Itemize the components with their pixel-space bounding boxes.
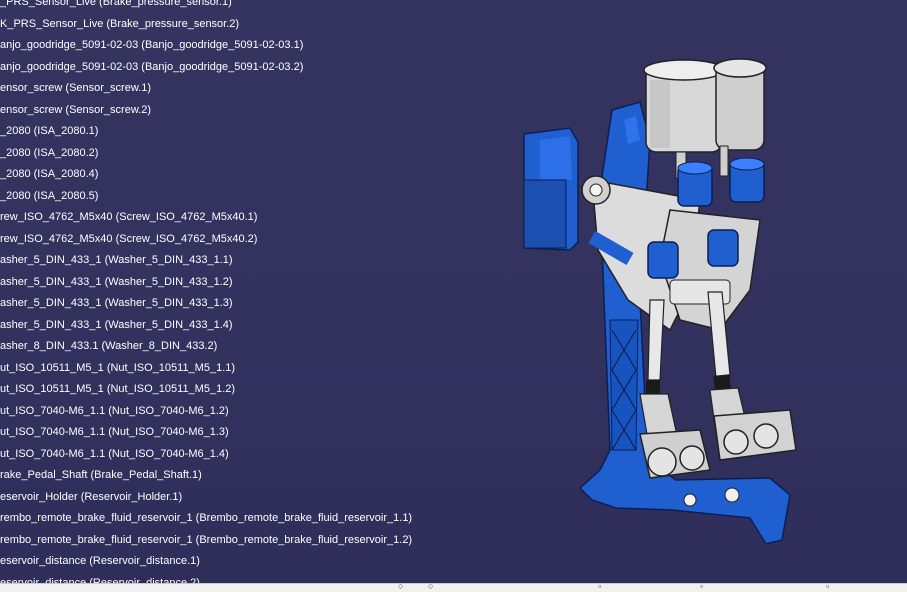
tree-item-label: _2080 (ISA_2080.1): [0, 125, 99, 137]
tree-item[interactable]: ensor_screw (Sensor_screw.1): [0, 79, 151, 97]
tree-item-label: rake_Pedal_Shaft (Brake_Pedal_Shaft.1): [0, 469, 202, 481]
tree-item-label: asher_5_DIN_433_1 (Washer_5_DIN_433_1.3): [0, 297, 233, 309]
tree-item-label: K_PRS_Sensor_Live (Brake_pressure_sensor…: [0, 17, 240, 30]
fluid-reservoir-left[interactable]: [643, 59, 725, 179]
status-icon: ○: [428, 581, 434, 591]
tree-item-label: ut_ISO_10511_M5_1 (Nut_ISO_10511_M5_1.2): [0, 383, 236, 395]
tree-item[interactable]: asher_8_DIN_433.1 (Washer_8_DIN_433.2): [0, 337, 217, 355]
tree-item-label: rembo_remote_brake_fluid_reservoir_1 (Br…: [0, 512, 413, 524]
tree-item[interactable]: _2080 (ISA_2080.4): [0, 165, 98, 183]
tree-item-label: _2080 (ISA_2080.5): [0, 189, 99, 202]
tree-item[interactable]: rembo_remote_brake_fluid_reservoir_1 (Br…: [0, 531, 412, 549]
tree-item[interactable]: rake_Pedal_Shaft (Brake_Pedal_Shaft.1): [0, 466, 202, 484]
status-icon: ▫: [826, 581, 830, 591]
tree-item-label: ensor_screw (Sensor_screw.1): [0, 82, 152, 94]
tree-item-label: _2080 (ISA_2080.4): [0, 168, 99, 180]
tree-item-label: eservoir_distance (Reservoir_distance.1): [0, 555, 200, 567]
status-icon: ○: [398, 581, 404, 591]
mounting-bracket[interactable]: [523, 127, 579, 251]
tree-item[interactable]: eservoir_distance (Reservoir_distance.1): [0, 552, 200, 570]
tree-item[interactable]: ut_ISO_7040-M6_1.1 (Nut_ISO_7040-M6_1.3): [0, 423, 229, 441]
tree-item[interactable]: _2080 (ISA_2080.5): [0, 187, 98, 205]
tree-item-label: anjo_goodridge_5091-02-03 (Banjo_goodrid…: [0, 60, 304, 73]
tree-item[interactable]: _2080 (ISA_2080.2): [0, 144, 98, 162]
status-icon: ▫: [598, 581, 602, 591]
tree-item[interactable]: rew_ISO_4762_M5x40 (Screw_ISO_4762_M5x40…: [0, 208, 257, 226]
tree-item[interactable]: _PRS_Sensor_Live (Brake_pressure_sensor.…: [0, 0, 232, 11]
tree-item[interactable]: asher_5_DIN_433_1 (Washer_5_DIN_433_1.3): [0, 294, 233, 312]
tree-item-label: ensor_screw (Sensor_screw.2): [0, 103, 152, 116]
tree-item-label: ut_ISO_7040-M6_1.1 (Nut_ISO_7040-M6_1.2): [0, 404, 229, 417]
tree-item-label: asher_5_DIN_433_1 (Washer_5_DIN_433_1.1): [0, 254, 233, 266]
tree-item[interactable]: K_PRS_Sensor_Live (Brake_pressure_sensor…: [0, 15, 239, 33]
tree-item[interactable]: asher_5_DIN_433_1 (Washer_5_DIN_433_1.1): [0, 251, 233, 269]
tree-item[interactable]: asher_5_DIN_433_1 (Washer_5_DIN_433_1.4): [0, 316, 233, 334]
tree-item[interactable]: ut_ISO_7040-M6_1.1 (Nut_ISO_7040-M6_1.2): [0, 402, 229, 420]
3d-viewport[interactable]: _PRS_Sensor_Live (Brake_pressure_sensor.…: [0, 0, 907, 583]
specification-tree[interactable]: _PRS_Sensor_Live (Brake_pressure_sensor.…: [0, 0, 480, 583]
tree-item[interactable]: eservoir_Holder (Reservoir_Holder.1): [0, 488, 182, 506]
tree-item-label: asher_8_DIN_433.1 (Washer_8_DIN_433.2): [0, 340, 218, 352]
brake-pedal-assembly-model[interactable]: [500, 30, 820, 560]
tree-item-label: anjo_goodridge_5091-02-03 (Banjo_goodrid…: [0, 39, 304, 51]
tree-item[interactable]: ut_ISO_7040-M6_1.1 (Nut_ISO_7040-M6_1.4): [0, 445, 229, 463]
tree-item-label: rembo_remote_brake_fluid_reservoir_1 (Br…: [0, 533, 413, 546]
tree-item[interactable]: ut_ISO_10511_M5_1 (Nut_ISO_10511_M5_1.1): [0, 359, 235, 377]
tree-item[interactable]: rew_ISO_4762_M5x40 (Screw_ISO_4762_M5x40…: [0, 230, 257, 248]
tree-item[interactable]: anjo_goodridge_5091-02-03 (Banjo_goodrid…: [0, 36, 303, 54]
tree-item-label: eservoir_Holder (Reservoir_Holder.1): [0, 490, 183, 503]
tree-item-label: asher_5_DIN_433_1 (Washer_5_DIN_433_1.2): [0, 275, 233, 288]
tree-item[interactable]: _2080 (ISA_2080.1): [0, 122, 98, 140]
tree-item-label: rew_ISO_4762_M5x40 (Screw_ISO_4762_M5x40…: [0, 232, 258, 245]
tree-item-label: _PRS_Sensor_Live (Brake_pressure_sensor.…: [0, 0, 232, 8]
tree-item-label: eservoir_distance (Reservoir_distance.2): [0, 576, 200, 584]
tree-item-label: asher_5_DIN_433_1 (Washer_5_DIN_433_1.4): [0, 318, 233, 331]
tree-item-label: ut_ISO_7040-M6_1.1 (Nut_ISO_7040-M6_1.4): [0, 447, 229, 460]
tree-item-label: ut_ISO_10511_M5_1 (Nut_ISO_10511_M5_1.1): [0, 361, 236, 374]
tree-item-label: rew_ISO_4762_M5x40 (Screw_ISO_4762_M5x40…: [0, 211, 258, 223]
tree-item-label: _2080 (ISA_2080.2): [0, 146, 99, 159]
tree-item[interactable]: eservoir_distance (Reservoir_distance.2): [0, 574, 200, 584]
tree-item[interactable]: ensor_screw (Sensor_screw.2): [0, 101, 151, 119]
tree-item[interactable]: rembo_remote_brake_fluid_reservoir_1 (Br…: [0, 509, 412, 527]
tree-item[interactable]: anjo_goodridge_5091-02-03 (Banjo_goodrid…: [0, 58, 303, 76]
tree-item[interactable]: asher_5_DIN_433_1 (Washer_5_DIN_433_1.2): [0, 273, 233, 291]
tree-item[interactable]: ut_ISO_10511_M5_1 (Nut_ISO_10511_M5_1.2): [0, 380, 235, 398]
status-icon: ▫: [700, 581, 704, 591]
tree-item-label: ut_ISO_7040-M6_1.1 (Nut_ISO_7040-M6_1.3): [0, 426, 229, 438]
